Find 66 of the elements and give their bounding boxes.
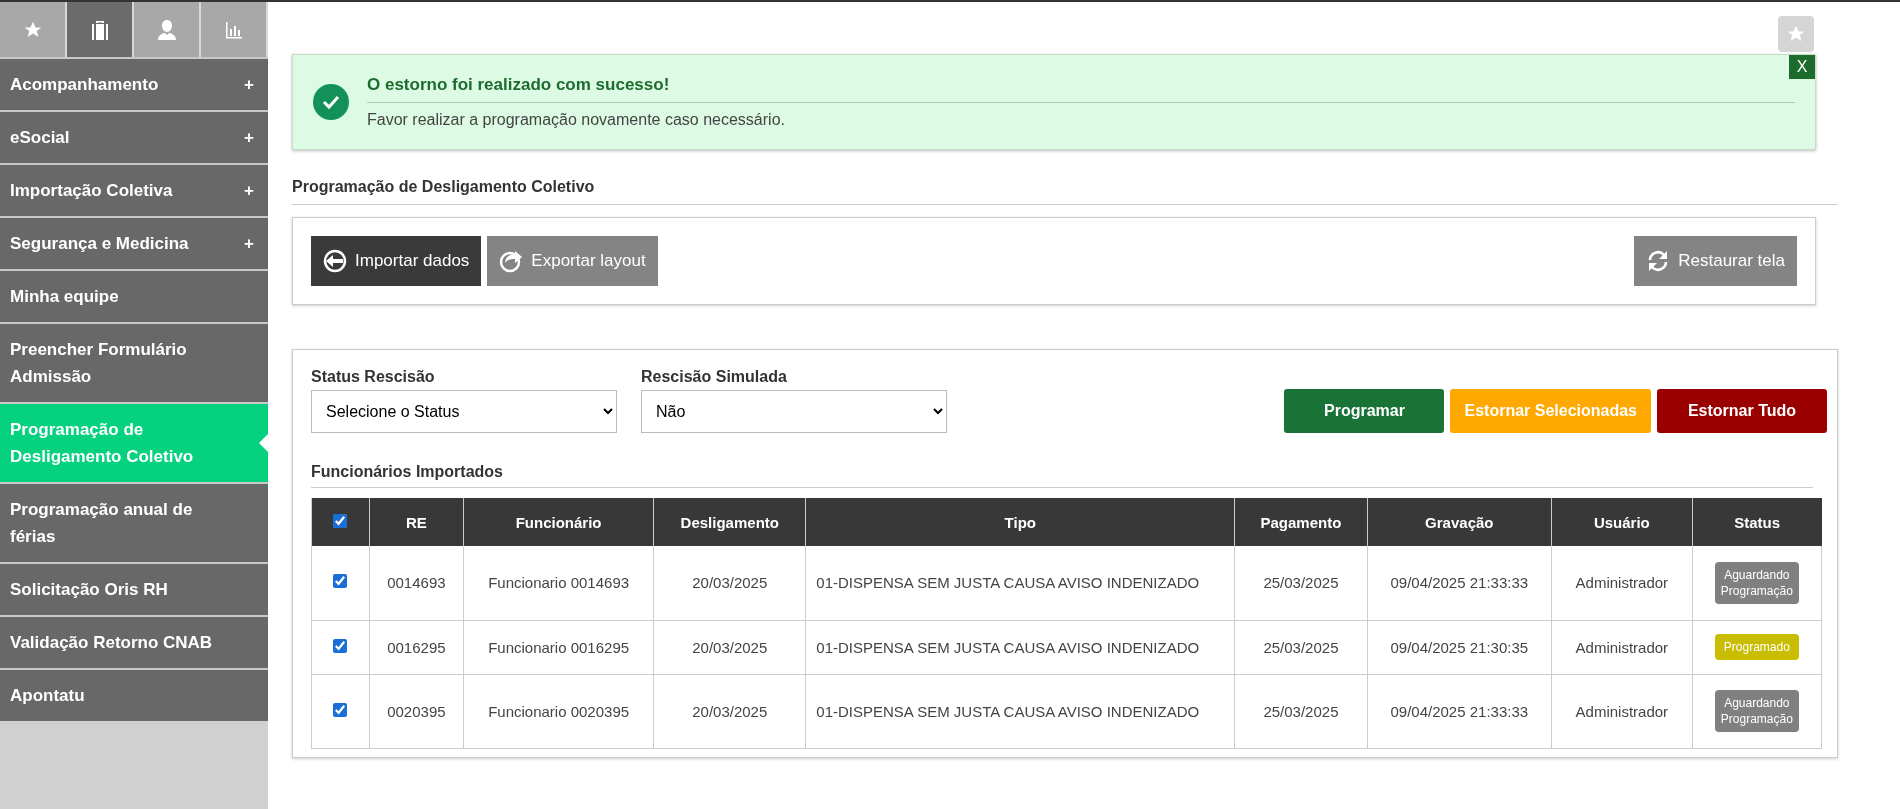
status-badge: Programado — [1714, 634, 1799, 660]
column-header: Gravação — [1367, 498, 1552, 546]
status-badge: Aguardando Programação — [1714, 690, 1799, 732]
dropdown-field[interactable]: Não — [641, 390, 947, 433]
column-header: Funcionário — [463, 498, 654, 546]
table-cell: Administrador — [1551, 546, 1693, 620]
sidebar-item[interactable]: Solicitação Oris RH — [0, 562, 268, 615]
close-button[interactable]: X — [1789, 55, 1815, 79]
sidebar-item[interactable]: Importação Coletiva + — [0, 163, 268, 216]
status-badge: Aguardando Programação — [1714, 561, 1799, 604]
table-cell: Administrador — [1551, 674, 1693, 748]
column-header: Usuário — [1551, 498, 1693, 546]
table-cell: 25/03/2025 — [1234, 546, 1368, 620]
table-cell: Funcionario 0016295 — [463, 620, 654, 674]
column-header: Pagamento — [1234, 498, 1368, 546]
alert-title: O estorno foi realizado com sucesso! — [367, 75, 1795, 103]
table-cell: 09/04/2025 21:33:33 — [1367, 674, 1552, 748]
table-title: Funcionários Importados — [311, 463, 1813, 488]
reverse-button[interactable]: Estornar Tudo — [1657, 389, 1827, 433]
table-cell: Administrador — [1551, 620, 1693, 674]
column-header: Status — [1692, 498, 1822, 546]
sidebar-tab[interactable] — [67, 2, 134, 57]
sidebar-item[interactable]: Validação Retorno CNAB — [0, 615, 268, 668]
table-cell: 20/03/2025 — [653, 674, 806, 748]
check-circle-icon — [313, 84, 349, 120]
table-cell: 01-DISPENSA SEM JUSTA CAUSA AVISO INDENIZADO — [805, 546, 1235, 620]
field-label: Rescisão Simulada — [641, 368, 788, 386]
column-header: Desligamento — [653, 498, 806, 546]
sidebar-item[interactable]: Programação anual de férias — [0, 482, 268, 562]
table-cell: Funcionario 0020395 — [463, 674, 654, 748]
table-cell: 0014693 — [369, 546, 464, 620]
section-title: Programação de Desligamento Coletivo — [292, 178, 1838, 205]
table-cell: 20/03/2025 — [653, 620, 806, 674]
table-cell: 01-DISPENSA SEM JUSTA CAUSA AVISO INDENIZADO — [805, 674, 1235, 748]
table-cell: 20/03/2025 — [653, 546, 806, 620]
export-icon — [499, 249, 524, 273]
bar-chart-icon — [223, 19, 244, 40]
sidebar-item[interactable]: Segurança e Medicina + — [0, 216, 268, 269]
import-icon — [323, 249, 347, 273]
column-header: Tipo — [805, 498, 1235, 546]
table-cell: 09/04/2025 21:33:33 — [1367, 546, 1552, 620]
restore-button[interactable]: Restaurar tela — [1634, 236, 1797, 286]
table-cell: 25/03/2025 — [1234, 674, 1368, 748]
table-cell: 09/04/2025 21:30:35 — [1367, 620, 1552, 674]
row-checkbox[interactable] — [333, 574, 348, 589]
select-all-checkbox[interactable] — [333, 513, 348, 528]
column-header: RE — [369, 498, 464, 546]
table-cell: 25/03/2025 — [1234, 620, 1368, 674]
row-checkbox[interactable] — [333, 702, 348, 717]
import-button[interactable]: Importar dados — [311, 236, 482, 286]
field-label: Status Rescisão — [311, 368, 436, 386]
sidebar-item[interactable]: Preencher Formulário Admissão — [0, 322, 268, 402]
alert-message: Favor realizar a programação novamente caso necessário. — [367, 110, 786, 129]
person-icon — [156, 18, 177, 41]
table-cell: 0020395 — [369, 674, 464, 748]
sidebar-item[interactable]: Apontatu — [0, 668, 268, 721]
table-cell: 01-DISPENSA SEM JUSTA CAUSA AVISO INDENIZADO — [805, 620, 1235, 674]
sidebar-item[interactable]: eSocial + — [0, 110, 268, 163]
row-checkbox[interactable] — [333, 638, 348, 653]
table-cell: Funcionario 0014693 — [463, 546, 654, 620]
dropdown-field[interactable]: Selecione o Status — [311, 390, 617, 433]
sidebar-item[interactable]: Minha equipe — [0, 269, 268, 322]
schedule-button[interactable]: Programar — [1284, 389, 1445, 433]
sidebar-item[interactable]: Acompanhamento + — [0, 57, 268, 110]
export-button[interactable]: Exportar layout — [487, 236, 658, 286]
table-cell: 0016295 — [369, 620, 464, 674]
